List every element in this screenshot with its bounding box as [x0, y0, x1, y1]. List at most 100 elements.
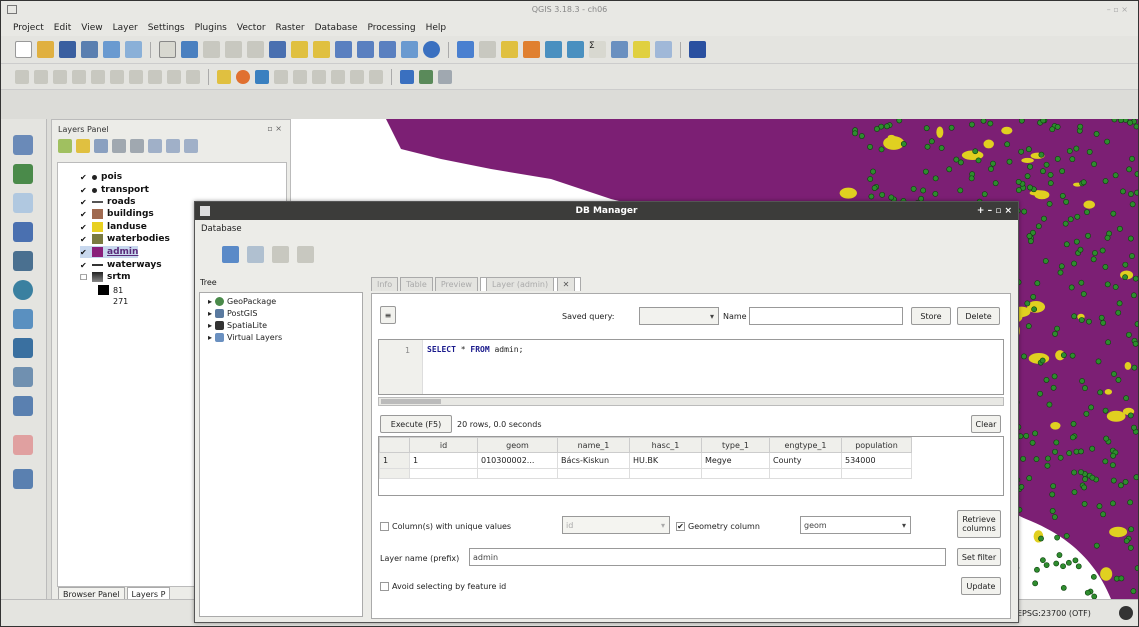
table-cell[interactable]: Megye — [701, 452, 770, 469]
checkbox-checked-icon[interactable]: ✔ — [676, 522, 685, 531]
expand-arrow-icon[interactable]: ▸ — [208, 309, 212, 318]
checkbox-checked-icon[interactable]: ✔ — [80, 261, 88, 270]
refresh-icon[interactable] — [423, 41, 440, 58]
menu-view[interactable]: View — [81, 23, 102, 33]
filter-expression-icon[interactable] — [130, 139, 144, 153]
menu-vector[interactable]: Vector — [237, 23, 266, 33]
pin-labels-icon[interactable] — [274, 69, 288, 84]
add-group-icon[interactable] — [76, 139, 90, 153]
sql-horizontal-scrollbar[interactable] — [378, 397, 1004, 406]
select-by-value-icon[interactable] — [501, 41, 518, 58]
menu-edit[interactable]: Edit — [54, 23, 71, 33]
save-as-icon[interactable] — [81, 41, 98, 58]
db-manager-toolbar-icon[interactable] — [419, 69, 433, 84]
zoom-native-icon[interactable] — [335, 41, 352, 58]
manage-map-themes-icon[interactable] — [94, 139, 108, 153]
checkbox-checked-icon[interactable]: ✔ — [80, 235, 88, 244]
geometry-column-select[interactable]: geom ▾ — [800, 516, 911, 534]
change-label-icon[interactable] — [350, 69, 364, 84]
collapse-all-icon[interactable] — [166, 139, 180, 153]
zoom-in-icon[interactable] — [203, 41, 220, 58]
dialog-window-controls-icon[interactable]: + – ▫ × — [977, 202, 1012, 220]
new-temp-layer-icon[interactable] — [13, 435, 33, 455]
checkbox-checked-icon[interactable]: ✔ — [80, 223, 88, 232]
deselect-icon[interactable] — [523, 41, 540, 58]
zoom-selection-icon[interactable] — [291, 41, 308, 58]
table-cell[interactable]: Bács-Kiskun — [557, 452, 630, 469]
window-controls-icon[interactable]: – ▫ × — [1107, 1, 1128, 19]
zoom-layer-icon[interactable] — [313, 41, 330, 58]
menu-plugins[interactable]: Plugins — [195, 23, 227, 33]
expand-arrow-icon[interactable]: ▸ — [208, 333, 212, 342]
menu-project[interactable]: Project — [13, 23, 44, 33]
query-name-input[interactable] — [749, 307, 903, 325]
layer-item-waterbodies[interactable]: ✔ waterbodies — [80, 233, 170, 245]
label-toolbar-icon[interactable] — [217, 69, 231, 84]
remove-layer-icon[interactable] — [184, 139, 198, 153]
column-header-geom[interactable]: geom — [477, 437, 558, 453]
measure-icon[interactable] — [611, 41, 628, 58]
results-table[interactable]: id geom name_1 hasc_1 type_1 engtype_1 populat… — [378, 436, 1004, 496]
menu-help[interactable]: Help — [426, 23, 447, 33]
open-project-icon[interactable] — [37, 41, 54, 58]
save-project-icon[interactable] — [59, 41, 76, 58]
column-header-name-1[interactable]: name_1 — [557, 437, 630, 453]
tree-item-spatialite[interactable]: ▸ SpatiaLite — [208, 321, 267, 330]
table-cell[interactable]: HU.BK — [629, 452, 702, 469]
expand-all-icon[interactable] — [148, 139, 162, 153]
layer-item-waterways[interactable]: ✔ waterways — [80, 259, 162, 271]
open-layer-styling-icon[interactable] — [58, 139, 72, 153]
menu-database[interactable]: Database — [315, 23, 358, 33]
geometry-column-checkbox[interactable]: ✔ Geometry column — [676, 522, 760, 531]
statistics-icon[interactable] — [567, 41, 584, 58]
store-button[interactable]: Store — [911, 307, 951, 325]
checkbox-icon[interactable] — [380, 522, 389, 531]
delete-selected-icon[interactable] — [129, 69, 143, 84]
checkbox-checked-icon[interactable]: ✔ — [80, 248, 88, 257]
add-postgis-layer-icon[interactable] — [13, 222, 33, 242]
annotation-icon[interactable] — [655, 41, 672, 58]
import-layer-icon[interactable] — [272, 246, 289, 263]
column-header-hasc-1[interactable]: hasc_1 — [629, 437, 702, 453]
add-spatialite-layer-icon[interactable] — [13, 251, 33, 271]
execute-button[interactable]: Execute (F5) — [380, 415, 452, 433]
menu-layer[interactable]: Layer — [113, 23, 138, 33]
add-delimited-text-icon[interactable] — [13, 193, 33, 213]
zoom-out-icon[interactable] — [225, 41, 242, 58]
expand-arrow-icon[interactable]: ▸ — [208, 321, 212, 330]
menu-settings[interactable]: Settings — [148, 23, 185, 33]
zoom-last-icon[interactable] — [357, 41, 374, 58]
pie-chart-icon[interactable] — [236, 69, 250, 84]
checkbox-icon[interactable]: ☐ — [80, 273, 88, 282]
grid-tool-icon[interactable] — [438, 69, 452, 84]
tree-item-virtual-layers[interactable]: ▸ Virtual Layers — [208, 333, 282, 342]
add-raster-layer-icon[interactable] — [13, 164, 33, 184]
toggle-editing-icon[interactable] — [34, 69, 48, 84]
tree-item-postgis[interactable]: ▸ PostGIS — [208, 309, 257, 318]
checkbox-checked-icon[interactable]: ✔ — [80, 186, 88, 195]
new-shapefile-icon[interactable] — [13, 367, 33, 387]
layer-item-pois[interactable]: ✔ pois — [80, 171, 122, 183]
checkbox-icon[interactable] — [380, 582, 389, 591]
move-feature-icon[interactable] — [110, 69, 124, 84]
expand-arrow-icon[interactable]: ▸ — [208, 297, 212, 306]
open-attribute-table-icon[interactable] — [545, 41, 562, 58]
scroll-thumb[interactable] — [381, 399, 441, 404]
menu-raster[interactable]: Raster — [276, 23, 305, 33]
add-virtual-layer-icon[interactable] — [13, 338, 33, 358]
panel-close-icon[interactable]: ▫ × — [267, 124, 282, 133]
show-hide-labels-icon[interactable] — [369, 69, 383, 84]
db-menu-database[interactable]: Database — [201, 224, 242, 234]
new-project-icon[interactable] — [15, 41, 32, 58]
save-edits-icon[interactable] — [53, 69, 67, 84]
table-row-partial[interactable] — [379, 468, 912, 479]
tab-info[interactable]: Info — [371, 277, 399, 291]
tab-table[interactable]: Table — [400, 277, 433, 291]
layer-item-admin[interactable]: ✔ admin — [80, 246, 139, 258]
add-vector-layer-icon[interactable] — [13, 135, 33, 155]
column-header-population[interactable]: population — [841, 437, 912, 453]
table-cell[interactable]: 1 — [409, 452, 478, 469]
add-wms-layer-icon[interactable] — [13, 280, 33, 300]
menu-processing[interactable]: Processing — [368, 23, 416, 33]
vertex-tool-icon[interactable] — [91, 69, 105, 84]
